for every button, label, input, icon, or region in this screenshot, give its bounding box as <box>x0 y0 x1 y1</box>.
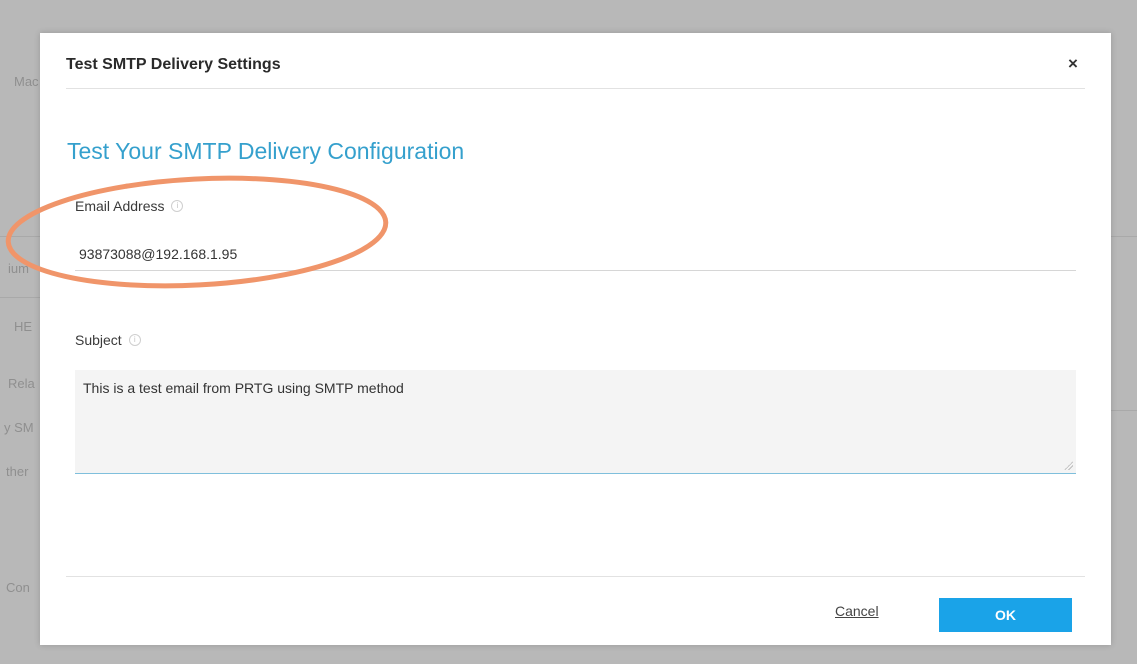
background-divider <box>0 297 40 298</box>
background-divider <box>1111 410 1137 411</box>
section-heading: Test Your SMTP Delivery Configuration <box>67 138 465 164</box>
subject-field[interactable]: This is a test email from PRTG using SMT… <box>75 370 1076 474</box>
cancel-button[interactable]: Cancel <box>835 603 879 619</box>
background-text: ther <box>6 464 29 479</box>
background-text: ium <box>8 261 29 276</box>
background-text: Mac <box>14 74 39 89</box>
resize-handle-icon[interactable] <box>1064 461 1073 470</box>
smtp-test-dialog: Test SMTP Delivery Settings × Test Your … <box>40 33 1111 645</box>
info-icon[interactable]: i <box>171 200 184 212</box>
subject-label-text: Subject <box>75 332 122 348</box>
dialog-title: Test SMTP Delivery Settings <box>66 56 281 73</box>
email-field-label: Email Address i <box>75 198 184 214</box>
background-text: Rela <box>8 376 35 391</box>
background-divider <box>1111 236 1137 237</box>
background-text: Con <box>6 580 30 595</box>
background-text: HE <box>14 319 33 334</box>
email-label-text: Email Address <box>75 198 165 214</box>
background-divider <box>0 236 40 237</box>
close-icon[interactable]: × <box>1061 52 1085 76</box>
background-text: y SM <box>4 420 34 435</box>
info-icon[interactable]: i <box>128 334 141 346</box>
ok-button[interactable]: OK <box>939 598 1072 632</box>
footer-divider <box>66 576 1085 577</box>
email-field[interactable] <box>75 237 1076 271</box>
header-divider <box>66 88 1085 89</box>
subject-field-label: Subject i <box>75 332 141 348</box>
